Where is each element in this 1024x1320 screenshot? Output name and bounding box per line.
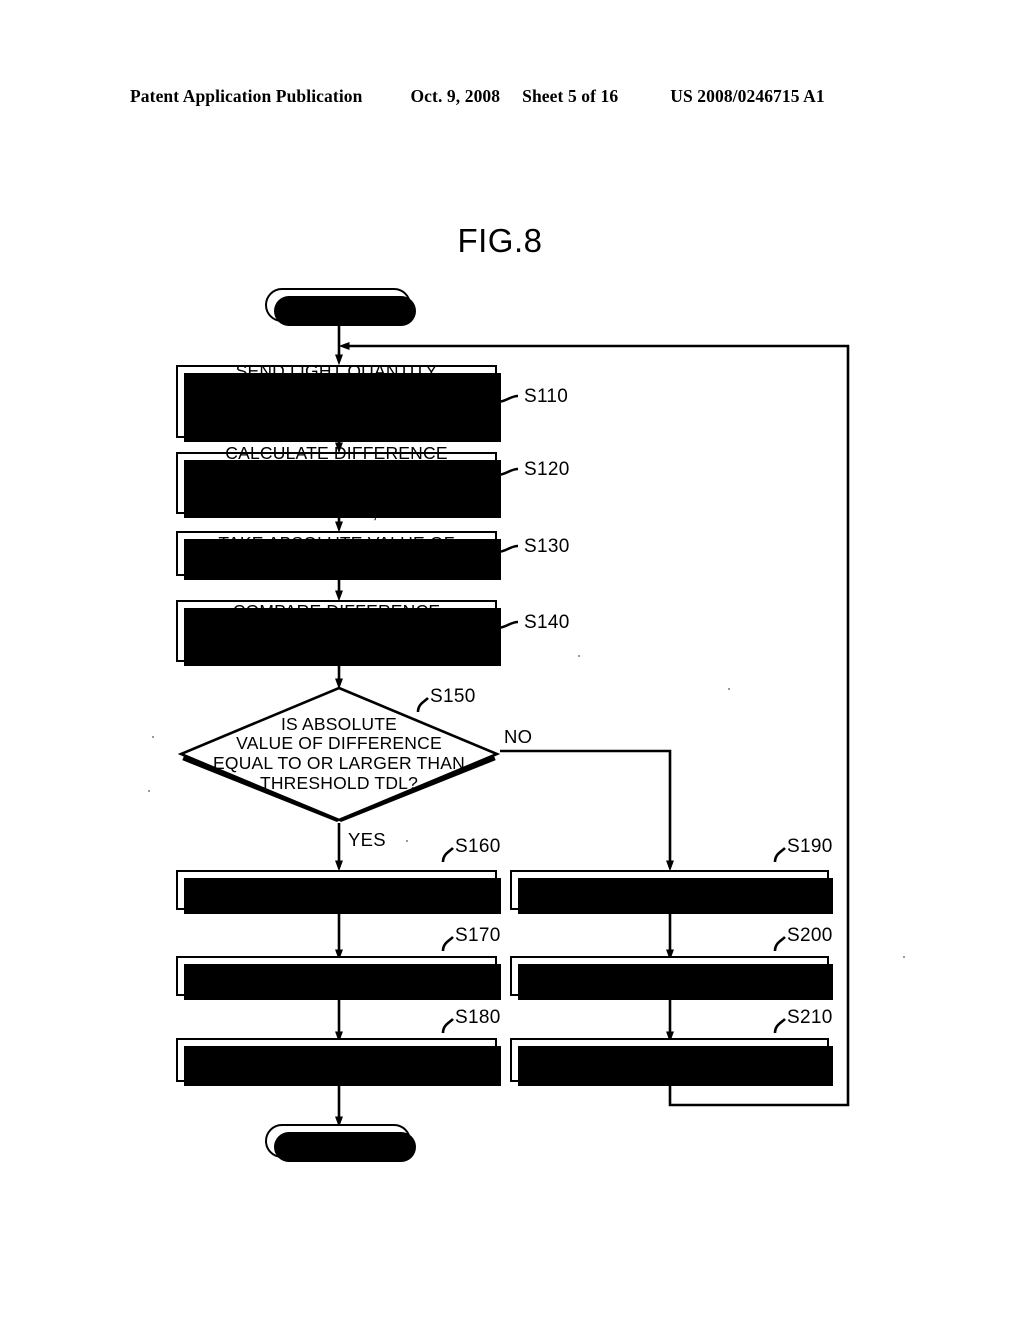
node-s140-line-3: VALUE OF DIFFERENCE [233,639,440,660]
scan-speck [903,956,905,958]
node-s150-line-1: IS ABSOLUTE [281,713,397,734]
node-s190: OUTPUT CONTROL SIGNAL CDL "1" [510,870,833,914]
figure-title: FIG.8 [0,222,1024,260]
flowchart-connectors [335,322,850,1128]
edge-s150-no-to-s190 [500,749,674,872]
node-s160-line-1: OUTPUT CONTROL SIGNAL CDL "0" [185,879,488,900]
scan-speck [406,840,408,842]
step-label-s200: S200 [787,925,833,946]
node-end: END [265,1124,416,1162]
node-s200-line-1: OUTPUT OUTPUT CURRENT IO'=IO [519,965,820,986]
node-s170: OUTPUT OUTPUT CURRENT IO'=0 [176,956,501,1000]
sheet-number: Sheet 5 of 16 [522,86,619,106]
figure-title-text: FIG.8 [457,222,543,259]
scan-speck [728,688,730,690]
leader-s200 [773,936,786,952]
node-s120-line-1: CALCULATE DIFFERENCE BETWEEN [225,442,448,483]
node-s150-line-4: THRESHOLD TDL? [259,772,419,793]
scan-speck [152,736,154,738]
node-s200: OUTPUT OUTPUT CURRENT IO'=IO [510,956,833,1000]
step-label-s110: S110 [524,386,569,407]
step-label-s140: S140 [524,612,570,633]
node-s130-line-2: DIFFERENCE [279,552,394,573]
step-label-s160: S160 [455,836,501,857]
node-s160: OUTPUT CONTROL SIGNAL CDL "0" [176,870,501,914]
patent-number: US 2008/0246715 A1 [670,86,825,106]
leader-s180 [441,1018,454,1034]
node-s120: CALCULATE DIFFERENCE BETWEEN LIGHT QUANT… [176,443,501,521]
node-s130-line-1: TAKE ABSOLUTE VALUE OF [218,532,455,553]
step-label-s120: S120 [524,459,570,480]
step-label-s150: S150 [430,686,476,707]
node-s140-line-2: THRESHOLD TDL AND ABSOLUTE [192,620,481,641]
node-s190-line-1: OUTPUT CONTROL SIGNAL CDL "1" [518,879,821,900]
branch-label-yes: YES [348,829,386,850]
node-start-label: START [309,294,367,315]
node-s210-line-1: KEEP LAMP ON [603,1049,736,1070]
node-s140: COMPARE DIFFERENCE THRESHOLD TDL AND ABS… [176,600,501,666]
node-s130: TAKE ABSOLUTE VALUE OF DIFFERENCE [176,531,501,580]
publication-label: Patent Application Publication [130,86,363,106]
leader-s160 [441,847,454,863]
step-label-s170: S170 [455,925,501,946]
node-s170-line-1: OUTPUT OUTPUT CURRENT IO'=0 [191,965,482,986]
leader-s170 [441,936,454,952]
node-start: START [265,288,416,326]
node-s120-line-3: SIGNALS DL1, DL2 [257,501,416,522]
node-s180: TURN OFF LAMP [176,1038,501,1086]
node-s120-line-2: LIGHT QUANTITY DETECTION [208,482,464,502]
step-label-s130: S130 [524,536,570,557]
leader-s210 [773,1018,786,1034]
node-end-label: END [319,1130,357,1151]
leader-s190 [773,847,786,863]
step-label-s190: S190 [787,836,833,857]
node-s150-line-3: EQUAL TO OR LARGER THAN [213,753,465,773]
node-s110-line-1: SEND LIGHT QUANTITY DETECTION [235,361,438,401]
node-s110-line-2: SIGNALS DL1, DL2 ACCORDING TO [186,400,487,421]
step-label-s180: S180 [455,1007,501,1028]
step-label-s210: S210 [787,1007,833,1028]
scan-speck [148,790,150,792]
publication-date: Oct. 9, 2008 [410,86,501,106]
node-s110-line-3: LIGHT STRENGTH [258,420,415,441]
patent-header: Patent Application Publication Oct. 9, 2… [130,86,894,112]
scan-speck [578,655,580,657]
node-s180-line-1: TURN OFF LAMP [264,1049,409,1070]
node-s210: KEEP LAMP ON [510,1038,833,1086]
node-s140-line-1: COMPARE DIFFERENCE [232,600,441,621]
branch-label-no: NO [504,726,533,747]
node-s150-line-2: VALUE OF DIFFERENCE [236,733,442,754]
node-s110: SEND LIGHT QUANTITY DETECTION SIGNALS DL… [176,361,501,442]
